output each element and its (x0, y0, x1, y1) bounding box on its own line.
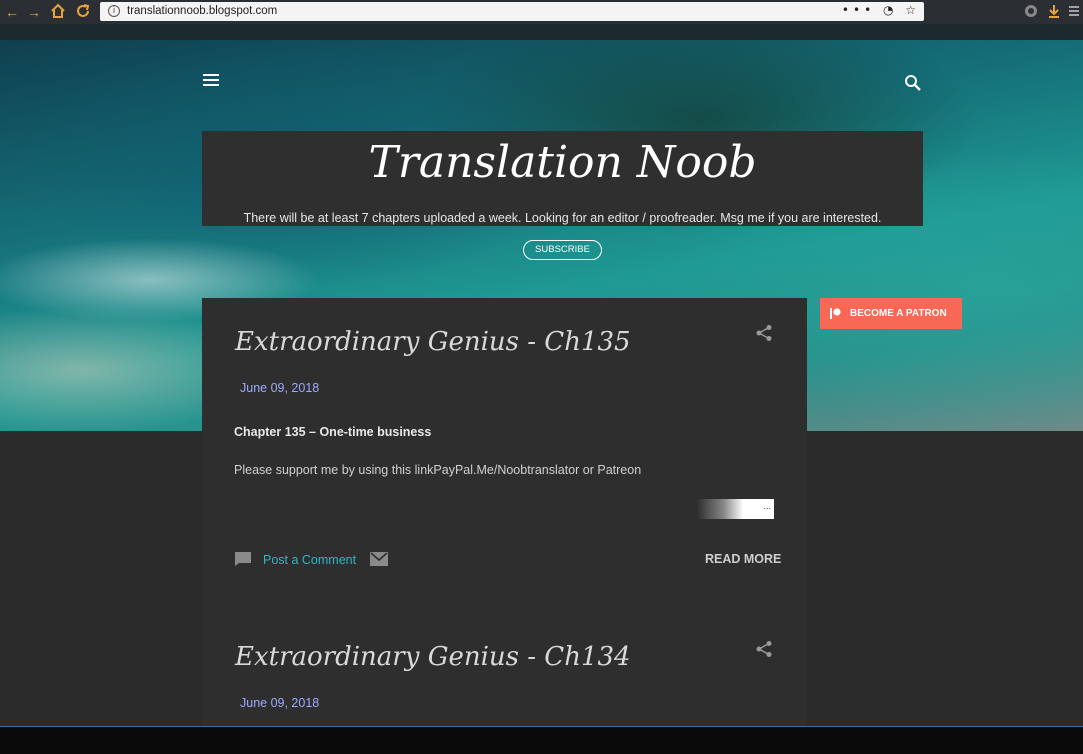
become-patron-button[interactable]: BECOME A PATRON (820, 298, 962, 329)
post-date[interactable]: June 09, 2018 (240, 381, 319, 395)
comment-icon[interactable] (234, 551, 252, 567)
email-icon[interactable] (370, 552, 388, 566)
search-icon[interactable] (904, 74, 922, 92)
page-actions-icon[interactable]: ••• ◔ ☆ (842, 3, 920, 17)
info-icon[interactable]: i (108, 5, 120, 17)
blog-description: There will be at least 7 chapters upload… (243, 211, 882, 225)
address-bar[interactable]: i translationnoob.blogspot.com ••• ◔ ☆ (100, 2, 924, 21)
subscribe-button[interactable]: SUBSCRIBE (523, 240, 602, 260)
browser-toolbar: ← → i translationnoob.blogspot.com ••• ◔… (0, 0, 1083, 24)
share-icon[interactable] (755, 640, 773, 658)
read-more-link[interactable]: READ MORE (705, 552, 781, 566)
reload-icon[interactable] (74, 3, 92, 21)
page: Translation Noob There will be at least … (0, 24, 1083, 726)
blog-title[interactable]: Translation Noob (202, 137, 923, 188)
menu-overflow-icon[interactable] (1066, 4, 1082, 20)
post-list: Extraordinary Genius - Ch135 June 09, 20… (202, 298, 807, 726)
home-icon[interactable] (49, 3, 67, 21)
patreon-icon (830, 308, 841, 319)
post-body: Please support me by using this linkPayP… (234, 463, 642, 477)
post-image: ... (697, 499, 774, 519)
share-icon[interactable] (755, 324, 773, 342)
forward-icon[interactable]: → (25, 3, 43, 21)
patron-label: BECOME A PATRON (850, 308, 947, 319)
download-icon[interactable] (1046, 4, 1062, 20)
hamburger-menu-icon[interactable] (203, 74, 219, 86)
back-icon[interactable]: ← (3, 3, 21, 21)
url-text[interactable]: translationnoob.blogspot.com (127, 5, 277, 17)
post-subtitle: Chapter 135 – One-time business (234, 425, 432, 439)
hero-top-strip (0, 24, 1083, 40)
post-title[interactable]: Extraordinary Genius - Ch135 (235, 327, 631, 357)
post-date[interactable]: June 09, 2018 (240, 696, 319, 710)
extension-icon[interactable] (1023, 4, 1039, 20)
blog-header: Translation Noob There will be at least … (202, 131, 923, 226)
bottom-strip (0, 726, 1083, 754)
post-title[interactable]: Extraordinary Genius - Ch134 (235, 642, 631, 672)
image-label: ... (763, 501, 771, 511)
post-comment-link[interactable]: Post a Comment (263, 553, 356, 567)
